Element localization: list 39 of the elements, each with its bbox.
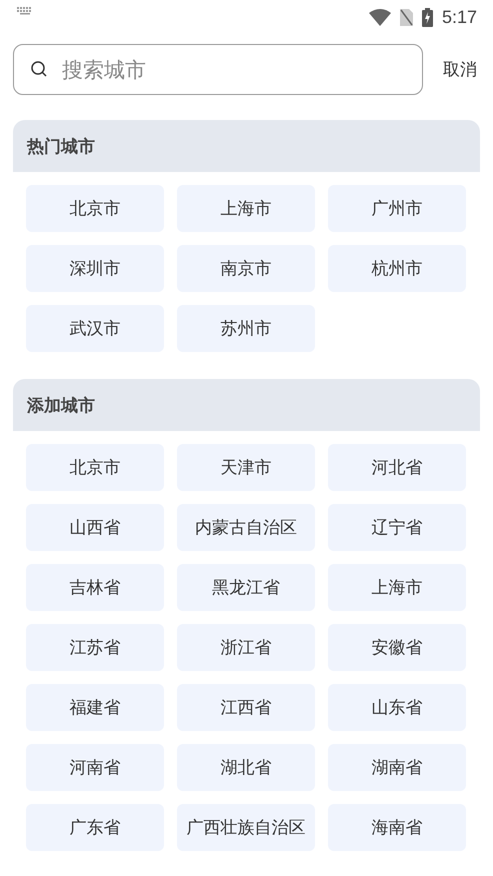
cancel-button[interactable]: 取消 <box>443 58 477 81</box>
city-chip[interactable]: 上海市 <box>177 185 315 232</box>
city-chip[interactable]: 深圳市 <box>26 245 164 292</box>
city-chip[interactable]: 北京市 <box>26 444 164 491</box>
section-title: 热门城市 <box>27 136 95 158</box>
city-chip[interactable]: 河南省 <box>26 744 164 791</box>
city-chip[interactable]: 天津市 <box>177 444 315 491</box>
city-chip[interactable]: 广州市 <box>328 185 466 232</box>
city-chip[interactable]: 杭州市 <box>328 245 466 292</box>
city-chip[interactable]: 北京市 <box>26 185 164 232</box>
city-chip[interactable]: 浙江省 <box>177 624 315 671</box>
city-chip[interactable]: 山西省 <box>26 504 164 551</box>
city-chip[interactable]: 江苏省 <box>26 624 164 671</box>
city-chip[interactable]: 湖北省 <box>177 744 315 791</box>
city-chip[interactable]: 苏州市 <box>177 305 315 352</box>
city-chip[interactable]: 上海市 <box>328 564 466 611</box>
city-chip[interactable]: 南京市 <box>177 245 315 292</box>
city-chip[interactable]: 黑龙江省 <box>177 564 315 611</box>
section-title: 添加城市 <box>27 394 95 416</box>
city-chip[interactable]: 内蒙古自治区 <box>177 504 315 551</box>
city-chip[interactable]: 山东省 <box>328 684 466 731</box>
no-sim-icon <box>400 9 413 26</box>
city-chip[interactable]: 湖南省 <box>328 744 466 791</box>
search-icon <box>30 60 48 78</box>
city-chip[interactable]: 福建省 <box>26 684 164 731</box>
city-chip[interactable]: 广西壮族自治区 <box>177 804 315 851</box>
city-chip[interactable]: 安徽省 <box>328 624 466 671</box>
keyboard-icon <box>16 6 34 15</box>
city-chip[interactable]: 海南省 <box>328 804 466 851</box>
city-chip[interactable]: 江西省 <box>177 684 315 731</box>
city-chip[interactable]: 广东省 <box>26 804 164 851</box>
battery-charging-icon <box>422 8 433 27</box>
search-field[interactable]: 搜索城市 <box>13 44 423 95</box>
city-chip[interactable]: 吉林省 <box>26 564 164 611</box>
city-chip[interactable]: 河北省 <box>328 444 466 491</box>
city-chip[interactable]: 辽宁省 <box>328 504 466 551</box>
status-time: 5:17 <box>442 7 477 28</box>
city-chip[interactable]: 武汉市 <box>26 305 164 352</box>
wifi-icon <box>368 9 391 26</box>
